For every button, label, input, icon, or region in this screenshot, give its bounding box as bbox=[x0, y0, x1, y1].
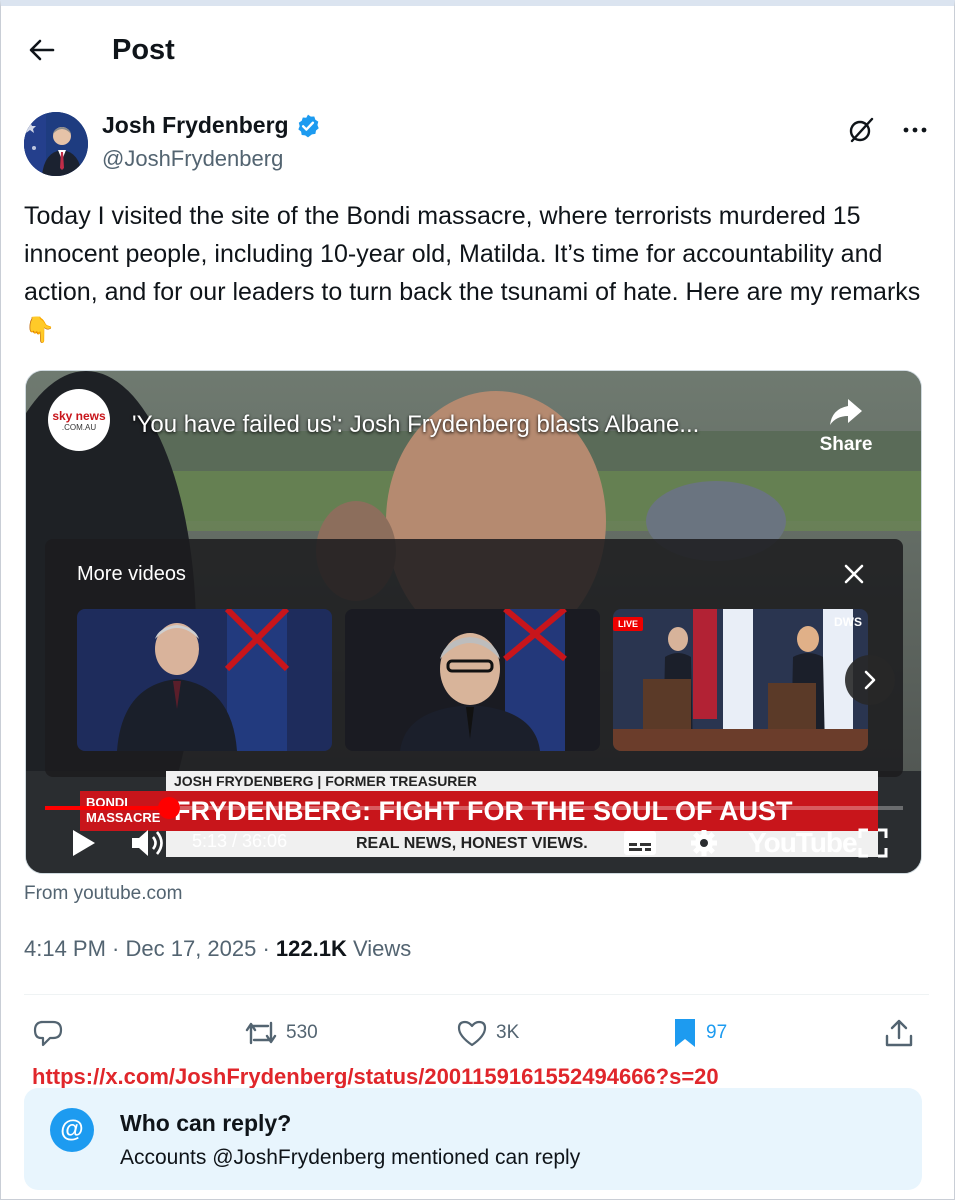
progress-fill bbox=[45, 806, 169, 810]
post-meta: 4:14 PM · Dec 17, 2025 · 122.1K Views bbox=[24, 936, 411, 962]
volume-icon bbox=[132, 830, 163, 856]
suggested-video-3[interactable]: LIVE DWS bbox=[613, 609, 868, 751]
top-bar: Post bbox=[24, 28, 175, 72]
channel-logo[interactable]: sky news .COM.AU bbox=[48, 389, 110, 451]
close-icon bbox=[844, 564, 864, 584]
progress-scrubber[interactable] bbox=[157, 797, 180, 819]
author-row: Josh Frydenberg @JoshFrydenberg bbox=[24, 112, 931, 176]
tweet-text: Today I visited the site of the Bondi ma… bbox=[24, 202, 921, 344]
more-videos-panel: More videos LIVE DWS bbox=[45, 539, 903, 777]
repost-button[interactable]: 530 bbox=[244, 1012, 318, 1054]
like-count: 3K bbox=[496, 1022, 520, 1043]
who-can-reply-subtitle: Accounts @JoshFrydenberg mentioned can r… bbox=[120, 1146, 581, 1169]
avatar[interactable] bbox=[24, 112, 88, 176]
bookmark-count: 97 bbox=[706, 1022, 728, 1043]
video-title[interactable]: 'You have failed us': Josh Frydenberg bl… bbox=[132, 411, 699, 439]
suggested-video-2[interactable] bbox=[345, 609, 600, 751]
share-button[interactable] bbox=[884, 1012, 914, 1054]
post-timestamp[interactable]: 4:14 PM · Dec 17, 2025 · bbox=[24, 936, 276, 961]
gear-icon bbox=[691, 830, 717, 856]
name-row: Josh Frydenberg bbox=[102, 112, 321, 139]
media-source[interactable]: From youtube.com bbox=[24, 883, 182, 905]
next-videos-button[interactable] bbox=[845, 655, 895, 705]
repost-count: 530 bbox=[286, 1022, 318, 1043]
like-button[interactable]: 3K bbox=[456, 1012, 519, 1054]
reply-icon bbox=[33, 1020, 63, 1047]
captions-button[interactable] bbox=[622, 821, 658, 865]
video-progress-bar[interactable] bbox=[45, 797, 903, 819]
who-can-reply-title: Who can reply? bbox=[120, 1110, 292, 1136]
brand-badge: DWS bbox=[834, 615, 862, 629]
more-options-button[interactable] bbox=[899, 114, 931, 146]
captions-icon bbox=[624, 831, 656, 855]
view-count: 122.1K bbox=[275, 936, 347, 961]
heart-icon bbox=[457, 1020, 487, 1047]
chevron-right-icon bbox=[864, 670, 876, 690]
mention-icon: @ bbox=[50, 1108, 94, 1152]
video-controls: 5:13 / 36:06 YouTube bbox=[26, 821, 921, 865]
repost-icon bbox=[245, 1021, 277, 1045]
verified-badge-icon bbox=[297, 114, 319, 137]
handle[interactable]: @JoshFrydenberg bbox=[102, 146, 283, 172]
grok-button[interactable] bbox=[845, 114, 877, 146]
close-more-videos-button[interactable] bbox=[839, 559, 869, 589]
back-button[interactable] bbox=[24, 32, 60, 68]
action-bar: 530 3K 97 bbox=[24, 1012, 929, 1054]
page-title: Post bbox=[112, 33, 175, 66]
arrow-left-icon bbox=[29, 39, 55, 61]
divider bbox=[24, 994, 929, 995]
grok-icon bbox=[849, 117, 874, 143]
display-name[interactable]: Josh Frydenberg bbox=[102, 112, 289, 139]
youtube-logo[interactable]: YouTube bbox=[748, 827, 858, 859]
suggested-video-1[interactable] bbox=[77, 609, 332, 751]
fullscreen-icon bbox=[858, 828, 888, 858]
play-icon bbox=[73, 830, 95, 856]
share-label: Share bbox=[819, 434, 873, 455]
share-video-button[interactable]: Share bbox=[811, 397, 881, 456]
more-icon bbox=[903, 127, 927, 133]
share-arrow-icon bbox=[830, 399, 862, 425]
bookmark-icon bbox=[675, 1019, 695, 1047]
share-icon bbox=[885, 1019, 913, 1047]
play-button[interactable] bbox=[66, 821, 102, 865]
volume-button[interactable] bbox=[128, 821, 168, 865]
embedded-video[interactable]: sky news .COM.AU 'You have failed us': J… bbox=[25, 370, 922, 874]
bookmark-button[interactable]: 97 bbox=[672, 1012, 727, 1054]
video-time: 5:13 / 36:06 bbox=[192, 831, 288, 851]
post-url-annotation: https://x.com/JoshFrydenberg/status/2001… bbox=[32, 1064, 719, 1089]
reply-button[interactable] bbox=[32, 1012, 64, 1054]
views-label: Views bbox=[346, 936, 412, 961]
settings-button[interactable] bbox=[686, 821, 722, 865]
more-videos-title: More videos bbox=[77, 563, 186, 585]
fullscreen-button[interactable] bbox=[856, 821, 890, 865]
lower-third-name: JOSH FRYDENBERG | FORMER TREASURER bbox=[166, 771, 878, 791]
live-badge: LIVE bbox=[613, 617, 644, 631]
who-can-reply-box: @ Who can reply? Accounts @JoshFrydenber… bbox=[24, 1088, 922, 1190]
